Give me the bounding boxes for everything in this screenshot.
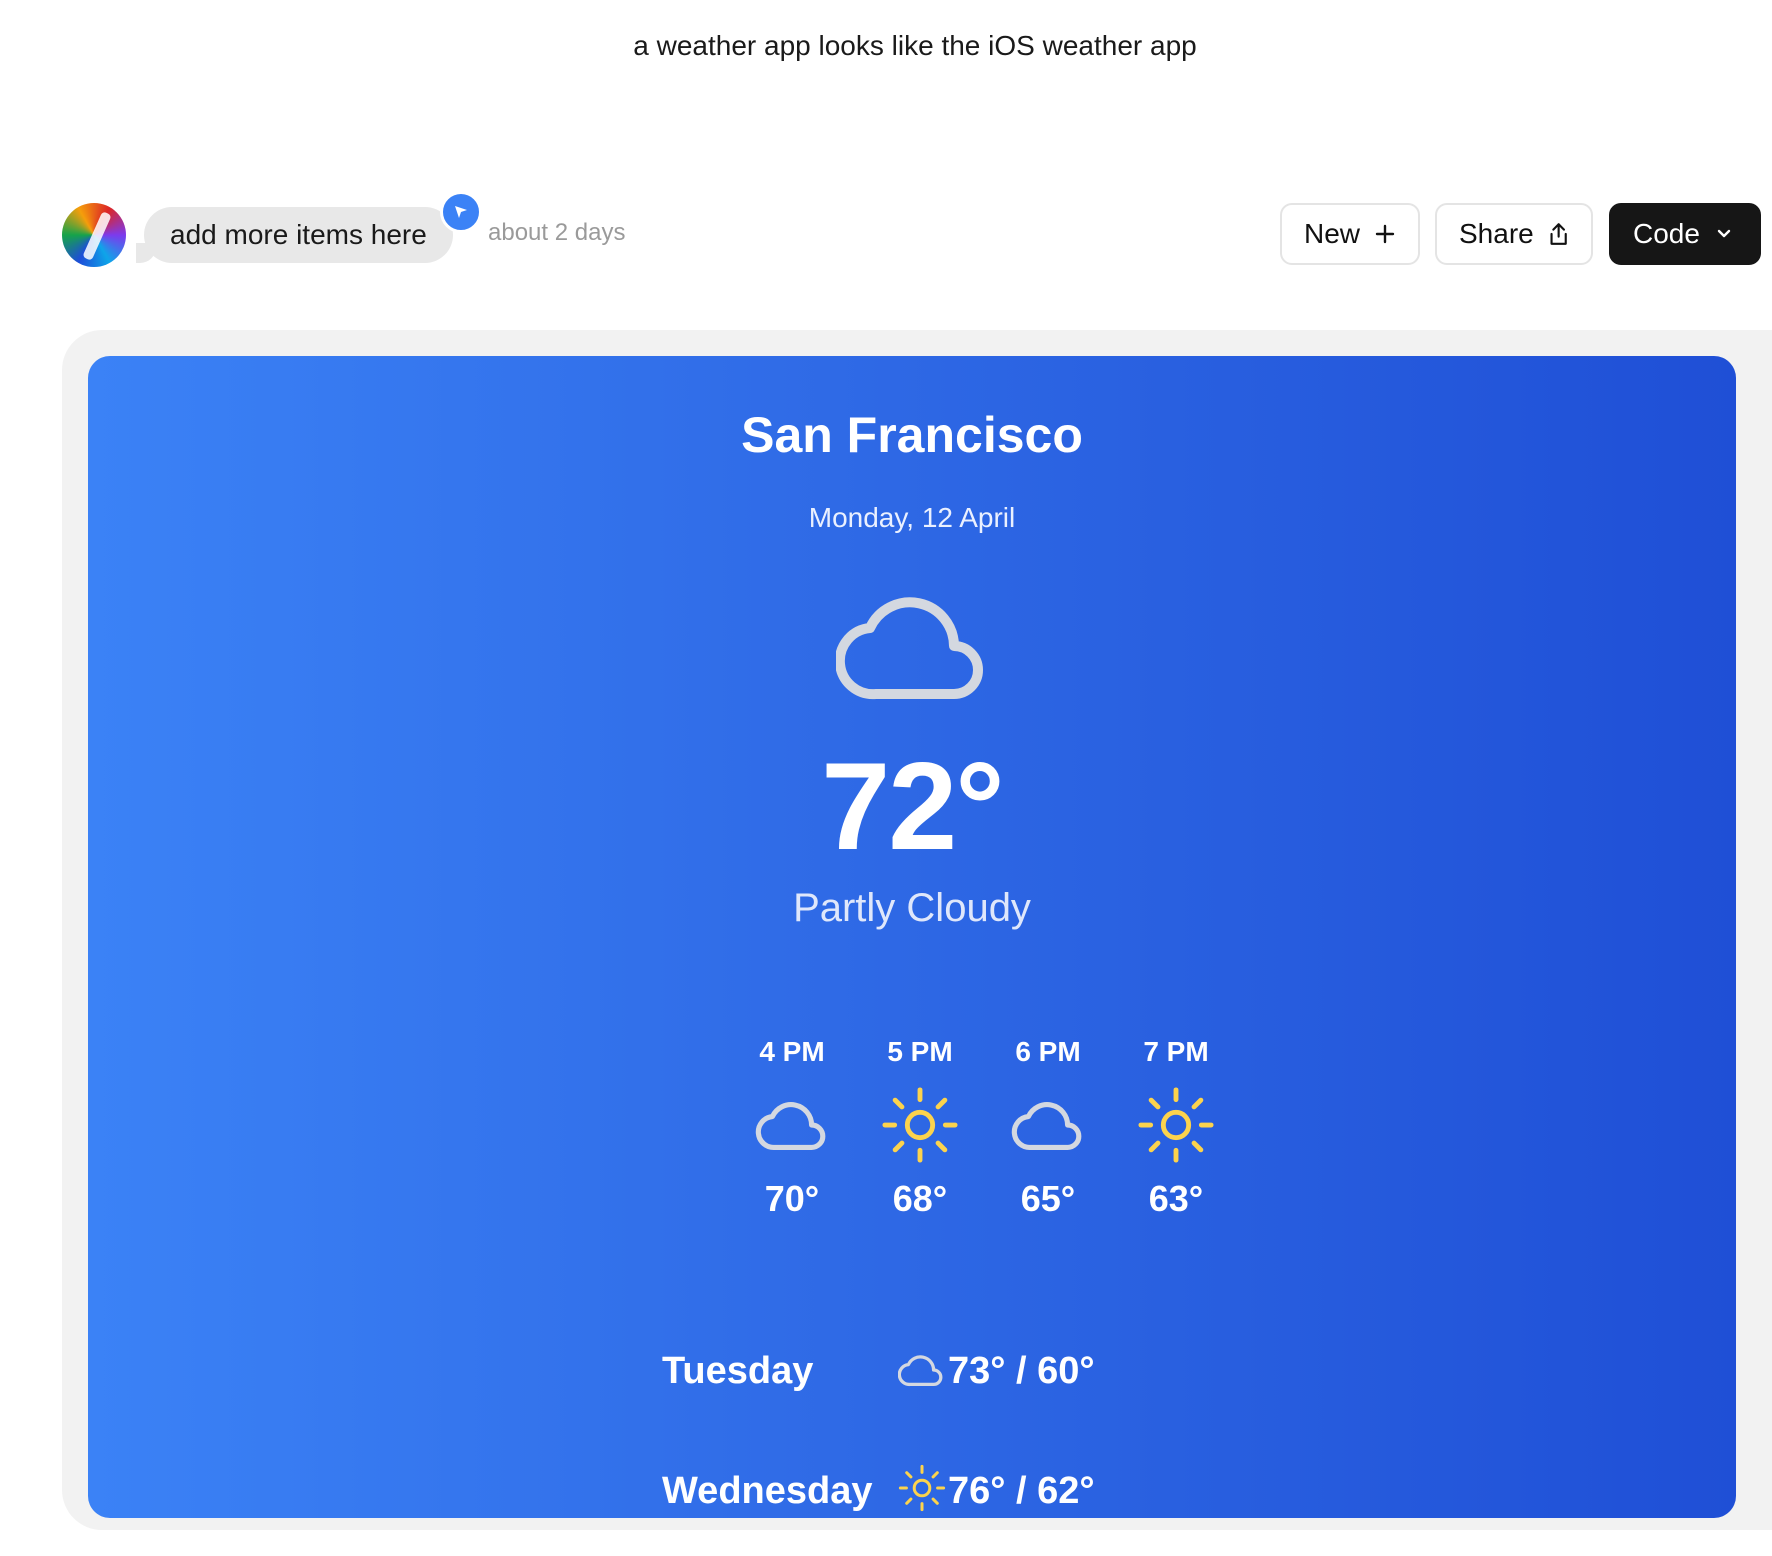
hour-label: 6 PM xyxy=(1015,1036,1081,1067)
hour-temperature: 68° xyxy=(892,1178,948,1219)
hourly-forecast: 4 PM 70° 5 PM 68° 6 PM 65° 7 PM 63° xyxy=(728,1036,1248,1246)
current-date: Monday, 12 April xyxy=(808,502,1016,533)
page: a weather app looks like the iOS weather… xyxy=(0,0,1772,1556)
avatar[interactable] xyxy=(62,203,126,267)
sun-icon xyxy=(898,1464,946,1512)
day-name: Wednesday xyxy=(662,1470,873,1512)
share-button[interactable]: Share xyxy=(1435,203,1593,265)
new-button-label: New xyxy=(1304,218,1361,249)
daily-row: Wednesday 76° / 62° xyxy=(662,1464,1202,1518)
hour-temperature: 65° xyxy=(1020,1178,1076,1219)
hour-label: 7 PM xyxy=(1143,1036,1209,1067)
hour-label: 5 PM xyxy=(887,1036,953,1067)
sun-icon xyxy=(882,1087,958,1163)
hourly-item: 7 PM 63° xyxy=(1112,1036,1240,1220)
cloud-icon xyxy=(898,1355,943,1387)
chat-message-bubble[interactable]: add more items here xyxy=(136,207,453,263)
hour-label: 4 PM xyxy=(759,1036,825,1067)
cursor-pointer-icon xyxy=(440,191,482,233)
share-icon xyxy=(1550,223,1567,245)
chat-message-text: add more items here xyxy=(170,219,427,250)
prompt-title: a weather app looks like the iOS weather… xyxy=(633,30,1197,61)
code-button-label: Code xyxy=(1633,218,1700,249)
new-button[interactable]: New xyxy=(1280,203,1420,265)
hourly-item: 4 PM 70° xyxy=(728,1036,856,1220)
top-bar: add more items here about 2 days New Sha… xyxy=(62,191,1772,267)
current-condition: Partly Cloudy xyxy=(793,886,1031,930)
day-temperature-range: 76° / 62° xyxy=(948,1470,1095,1512)
plus-icon xyxy=(1375,224,1395,244)
hourly-item: 6 PM 65° xyxy=(984,1036,1112,1220)
current-temperature: 72° xyxy=(821,738,1005,876)
hour-temperature: 63° xyxy=(1148,1178,1204,1219)
share-button-label: Share xyxy=(1459,218,1534,249)
daily-row: Tuesday 73° / 60° xyxy=(662,1344,1202,1404)
cloud-icon xyxy=(836,597,983,700)
hour-temperature: 70° xyxy=(764,1178,820,1219)
message-timestamp: about 2 days xyxy=(488,219,626,246)
code-button[interactable]: Code xyxy=(1609,203,1761,265)
cloud-icon xyxy=(755,1102,826,1150)
city-name: San Francisco xyxy=(741,407,1083,463)
day-temperature-range: 73° / 60° xyxy=(948,1350,1095,1392)
day-name: Tuesday xyxy=(662,1350,814,1392)
hourly-item: 5 PM 68° xyxy=(856,1036,984,1220)
chevron-down-icon xyxy=(1717,229,1731,238)
cloud-icon xyxy=(1011,1102,1082,1150)
sun-icon xyxy=(1138,1087,1214,1163)
weather-card: San Francisco Monday, 12 April 72° Partl… xyxy=(88,356,1736,1518)
